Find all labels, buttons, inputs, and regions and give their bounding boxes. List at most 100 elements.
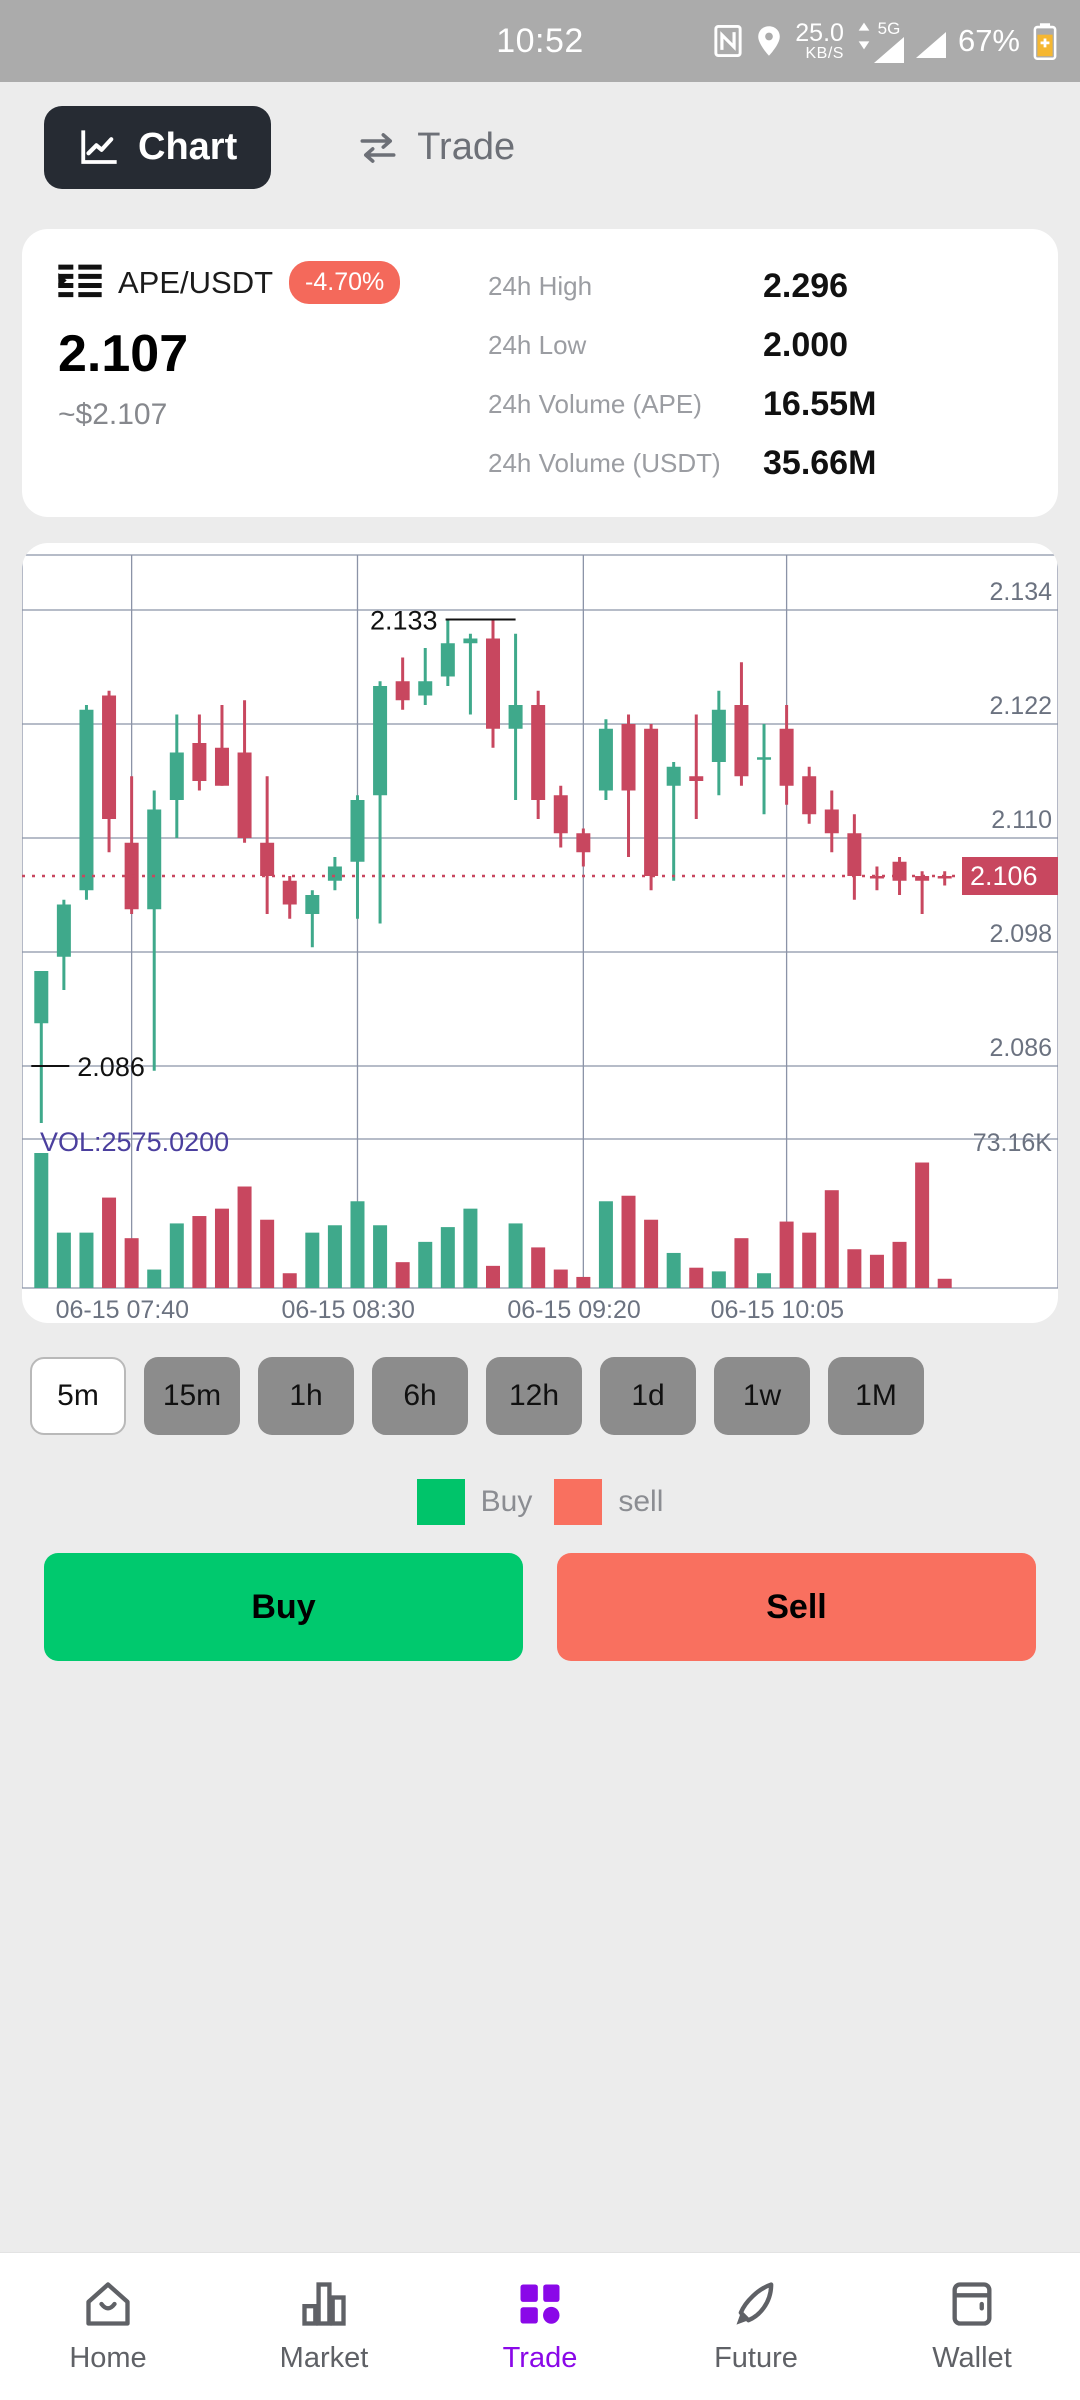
legend-item-sell: sell bbox=[554, 1479, 663, 1525]
last-price-tag-label: 2.106 bbox=[970, 861, 1038, 891]
network-speed-value: 25.0 bbox=[795, 18, 844, 47]
timeframe-6h[interactable]: 6h bbox=[372, 1357, 468, 1435]
ticker-stats: 24h High 2.296 24h Low 2.000 24h Volume … bbox=[488, 261, 1022, 483]
candle-body bbox=[621, 724, 636, 791]
timeframe-1h[interactable]: 1h bbox=[258, 1357, 354, 1435]
legend-item-buy: Buy bbox=[416, 1479, 533, 1525]
timeframe-12h[interactable]: 12h bbox=[486, 1357, 582, 1435]
candle-body bbox=[124, 842, 139, 910]
volume-bar bbox=[757, 1273, 772, 1288]
bar-chart-icon bbox=[302, 2282, 346, 2326]
nav-item-market[interactable]: Market bbox=[216, 2278, 432, 2375]
candle-body bbox=[892, 861, 907, 881]
grid-icon bbox=[520, 2284, 560, 2324]
chart-legend: Buy sell bbox=[0, 1479, 1080, 1525]
volume-bar bbox=[824, 1190, 839, 1288]
stat-label: 24h Volume (USDT) bbox=[488, 448, 721, 479]
stat-row: 24h High 2.296 bbox=[488, 267, 1022, 306]
candle-body bbox=[350, 800, 365, 862]
candle-body bbox=[79, 709, 94, 891]
volume-bar bbox=[282, 1273, 297, 1288]
stat-value: 2.000 bbox=[763, 326, 849, 364]
nav-item-wallet[interactable]: Wallet bbox=[864, 2278, 1080, 2375]
candle-body bbox=[260, 842, 275, 876]
volume-bar bbox=[305, 1232, 320, 1288]
candle-body bbox=[440, 643, 455, 677]
candle-body bbox=[463, 638, 478, 644]
volume-bar bbox=[576, 1276, 591, 1288]
candle-body bbox=[485, 638, 501, 729]
candle-body bbox=[34, 971, 49, 1024]
buy-button[interactable]: Buy bbox=[44, 1553, 523, 1661]
y-axis-tick-label: 2.086 bbox=[989, 1034, 1052, 1062]
nav-item-future[interactable]: Future bbox=[648, 2278, 864, 2375]
candle-body bbox=[689, 776, 704, 781]
stat-value: 2.296 bbox=[763, 267, 849, 305]
volume-bar bbox=[147, 1269, 162, 1288]
volume-bar bbox=[214, 1208, 229, 1288]
x-axis-tick-label: 06-15 09:20 bbox=[507, 1296, 640, 1323]
volume-bar bbox=[440, 1227, 455, 1288]
home-icon bbox=[86, 2282, 130, 2326]
battery-charging-icon bbox=[1033, 23, 1057, 60]
candle-body bbox=[666, 766, 681, 786]
volume-bar bbox=[169, 1223, 184, 1288]
volume-bar bbox=[666, 1252, 681, 1288]
candle-body bbox=[418, 681, 433, 696]
stat-label: 24h Volume (APE) bbox=[488, 389, 702, 420]
pair-row[interactable]: APE/USDT -4.70% bbox=[58, 261, 488, 304]
volume-axis-max-label: 73.16K bbox=[973, 1129, 1053, 1157]
legend-label-buy: Buy bbox=[480, 1485, 533, 1518]
nav-item-trade[interactable]: Trade bbox=[432, 2278, 648, 2375]
x-axis-tick-label: 06-15 08:30 bbox=[281, 1296, 414, 1323]
candle-body bbox=[56, 904, 71, 957]
timeframe-1d[interactable]: 1d bbox=[600, 1357, 696, 1435]
candle-body bbox=[147, 809, 162, 910]
timeframe-selector: 5m 15m 1h 6h 12h 1d 1w 1M bbox=[0, 1323, 1080, 1435]
nav-item-home[interactable]: Home bbox=[0, 2278, 216, 2375]
trade-actions: Buy Sell bbox=[0, 1525, 1080, 1661]
high-marker-label: 2.133 bbox=[370, 606, 438, 636]
candle-body bbox=[282, 880, 297, 905]
candle-body bbox=[237, 752, 252, 838]
last-price-usd: ~$2.107 bbox=[58, 398, 168, 431]
sell-button[interactable]: Sell bbox=[557, 1553, 1036, 1661]
stat-row: 24h Low 2.000 bbox=[488, 326, 1022, 365]
battery-percent-label: 67% bbox=[957, 23, 1020, 58]
volume-bar bbox=[734, 1238, 749, 1288]
volume-bar bbox=[869, 1254, 884, 1288]
tab-chart-label: Chart bbox=[138, 126, 238, 168]
stat-label: 24h Low bbox=[488, 330, 587, 361]
chart-canvas[interactable]: 2.134 2.122 2.110 2.098 2.086 2.106 2.133 2.086… bbox=[22, 543, 1058, 1323]
tab-chart[interactable]: Chart bbox=[44, 106, 272, 189]
timeframe-1M[interactable]: 1M bbox=[828, 1357, 924, 1435]
tab-trade-label: Trade bbox=[417, 126, 516, 168]
volume-bar bbox=[779, 1221, 794, 1288]
volume-bar bbox=[553, 1269, 568, 1288]
candle-body bbox=[192, 743, 207, 781]
network-type-label: 5G bbox=[877, 18, 901, 38]
updown-arrows-icon bbox=[858, 22, 870, 49]
status-bar: 10:52 25.0 KB/S 5G 67% bbox=[0, 0, 1080, 82]
nav-label-future: Future bbox=[714, 2342, 798, 2374]
timeframe-1w[interactable]: 1w bbox=[714, 1357, 810, 1435]
tab-trade[interactable]: Trade bbox=[323, 106, 549, 189]
volume-bar bbox=[237, 1186, 252, 1288]
timeframe-15m[interactable]: 15m bbox=[144, 1357, 240, 1435]
view-mode-tabs: Chart Trade bbox=[0, 82, 1080, 189]
y-axis-tick-label: 2.110 bbox=[991, 806, 1052, 834]
signal-5g-group: 5G bbox=[856, 20, 904, 63]
timeframe-5m[interactable]: 5m bbox=[30, 1357, 126, 1435]
volume-bar bbox=[598, 1201, 613, 1288]
ticker-card: APE/USDT -4.70% 2.107 ~$2.107 24h High 2… bbox=[22, 229, 1058, 517]
candlestick-chart[interactable]: 2.134 2.122 2.110 2.098 2.086 2.106 2.133 2.086… bbox=[22, 543, 1058, 1323]
network-speed: 25.0 KB/S bbox=[795, 18, 844, 62]
candle-body bbox=[847, 833, 862, 876]
last-price: 2.107 bbox=[58, 325, 189, 383]
volume-bar bbox=[418, 1241, 433, 1288]
candle-body bbox=[711, 709, 726, 762]
nav-label-wallet: Wallet bbox=[932, 2342, 1012, 2374]
volume-bar bbox=[644, 1219, 659, 1288]
volume-bar bbox=[102, 1197, 117, 1288]
volume-bar bbox=[124, 1238, 139, 1288]
